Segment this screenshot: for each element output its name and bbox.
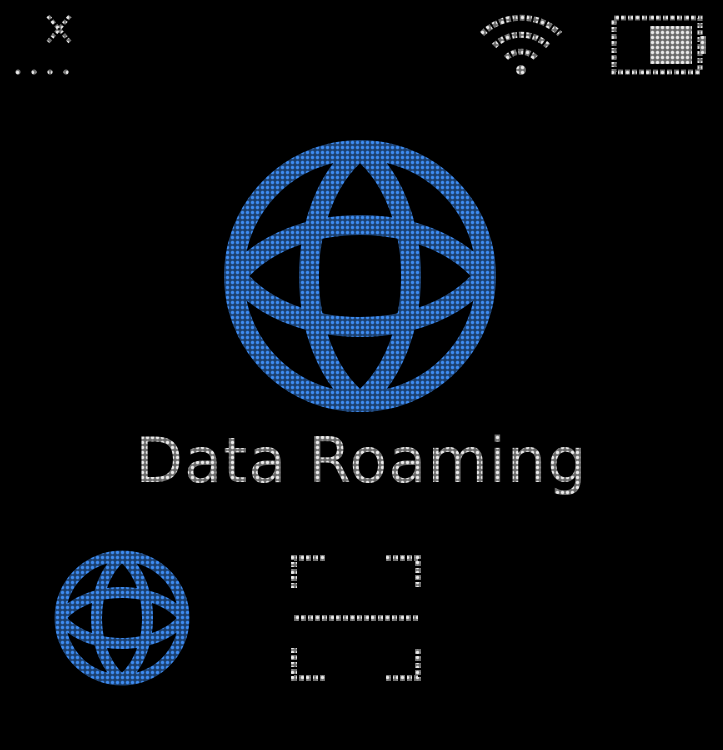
globe-icon bbox=[222, 134, 498, 418]
no-signal-icon bbox=[12, 8, 78, 80]
globe-icon bbox=[54, 550, 190, 686]
page-title: Data Roaming bbox=[135, 424, 588, 497]
menu-item-scan[interactable] bbox=[290, 554, 422, 682]
battery-level-fill bbox=[650, 26, 692, 64]
scan-icon bbox=[291, 555, 421, 681]
menu-item-data-roaming[interactable] bbox=[52, 546, 192, 690]
battery-icon bbox=[610, 12, 710, 78]
wifi-icon bbox=[478, 12, 564, 78]
device-screen: Data Roaming bbox=[0, 0, 723, 750]
